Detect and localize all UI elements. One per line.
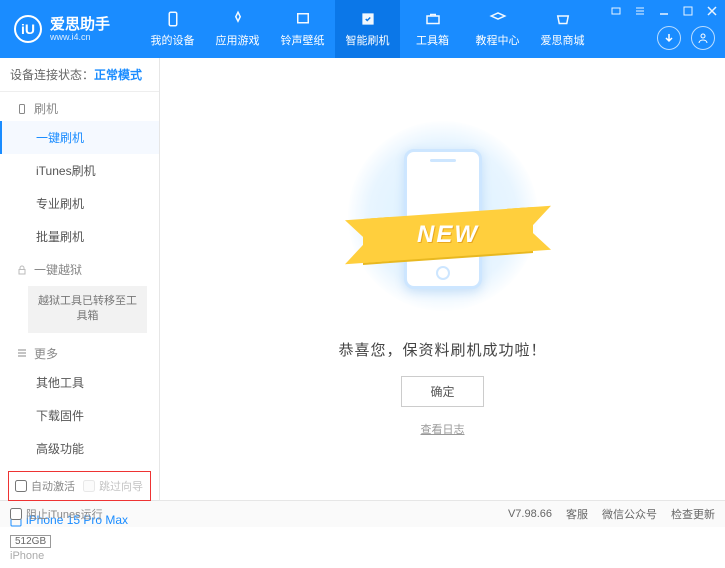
auto-activate-checkbox[interactable]: 自动激活 xyxy=(15,478,75,494)
footer-update[interactable]: 检查更新 xyxy=(671,506,715,522)
download-button[interactable] xyxy=(657,26,681,50)
nav-tutorials[interactable]: 教程中心 xyxy=(465,0,530,58)
sidebar-item-itunes[interactable]: iTunes刷机 xyxy=(0,154,159,187)
more-icon xyxy=(16,347,28,359)
section-more: 更多 xyxy=(0,337,159,366)
window-controls xyxy=(609,4,719,18)
tutorial-icon xyxy=(489,10,507,28)
ringtone-icon xyxy=(294,10,312,28)
storage-badge: 512GB xyxy=(10,535,51,548)
sidebar-item-other[interactable]: 其他工具 xyxy=(0,366,159,399)
view-log-link[interactable]: 查看日志 xyxy=(421,421,465,437)
skin-icon[interactable] xyxy=(609,4,623,18)
jailbreak-notice: 越狱工具已转移至工具箱 xyxy=(28,286,147,333)
flash-icon xyxy=(359,10,377,28)
app-name: 爱思助手 xyxy=(50,17,110,32)
top-nav: 我的设备 应用游戏 铃声壁纸 智能刷机 工具箱 教程中心 爱思商城 xyxy=(140,0,595,58)
nav-flash[interactable]: 智能刷机 xyxy=(335,0,400,58)
footer-support[interactable]: 客服 xyxy=(566,506,588,522)
header-actions xyxy=(657,26,715,50)
success-message: 恭喜您，保资料刷机成功啦！ xyxy=(338,339,546,360)
flash-section-icon xyxy=(16,103,28,115)
section-flash: 刷机 xyxy=(0,92,159,121)
footer-wechat[interactable]: 微信公众号 xyxy=(602,506,657,522)
block-itunes-checkbox[interactable]: 阻止iTunes运行 xyxy=(10,506,103,522)
device-type: iPhone xyxy=(0,548,159,568)
highlight-box: 自动激活 跳过向导 xyxy=(8,471,151,501)
sidebar-item-oneclick[interactable]: 一键刷机 xyxy=(0,121,159,154)
device-icon xyxy=(164,10,182,28)
sidebar-item-batch[interactable]: 批量刷机 xyxy=(0,220,159,253)
nav-apps[interactable]: 应用游戏 xyxy=(205,0,270,58)
sidebar-item-pro[interactable]: 专业刷机 xyxy=(0,187,159,220)
toolbox-icon xyxy=(424,10,442,28)
nav-my-device[interactable]: 我的设备 xyxy=(140,0,205,58)
menu-icon[interactable] xyxy=(633,4,647,18)
skip-guide-checkbox[interactable]: 跳过向导 xyxy=(83,478,143,494)
sidebar-item-download[interactable]: 下载固件 xyxy=(0,399,159,432)
maximize-icon[interactable] xyxy=(681,4,695,18)
minimize-icon[interactable] xyxy=(657,4,671,18)
nav-toolbox[interactable]: 工具箱 xyxy=(400,0,465,58)
section-jailbreak: 一键越狱 xyxy=(0,253,159,282)
main-panel: NEW 恭喜您，保资料刷机成功啦！ 确定 查看日志 xyxy=(160,58,725,500)
apps-icon xyxy=(229,10,247,28)
nav-store[interactable]: 爱思商城 xyxy=(530,0,595,58)
success-illustration: NEW xyxy=(343,121,543,321)
close-icon[interactable] xyxy=(705,4,719,18)
app-header: iU 爱思助手 www.i4.cn 我的设备 应用游戏 铃声壁纸 智能刷机 工具… xyxy=(0,0,725,58)
nav-ringtones[interactable]: 铃声壁纸 xyxy=(270,0,335,58)
confirm-button[interactable]: 确定 xyxy=(401,376,483,407)
store-icon xyxy=(554,10,572,28)
sidebar: 设备连接状态：正常模式 刷机 一键刷机 iTunes刷机 专业刷机 批量刷机 一… xyxy=(0,58,160,500)
logo-icon: iU xyxy=(14,15,42,43)
version-label: V7.98.66 xyxy=(508,508,552,520)
logo-area: iU 爱思助手 www.i4.cn xyxy=(0,15,140,43)
lock-icon xyxy=(16,264,28,276)
sidebar-item-advanced[interactable]: 高级功能 xyxy=(0,432,159,465)
app-url: www.i4.cn xyxy=(50,32,110,42)
connection-status: 设备连接状态：正常模式 xyxy=(0,58,159,92)
new-ribbon: NEW xyxy=(417,221,479,249)
user-button[interactable] xyxy=(691,26,715,50)
